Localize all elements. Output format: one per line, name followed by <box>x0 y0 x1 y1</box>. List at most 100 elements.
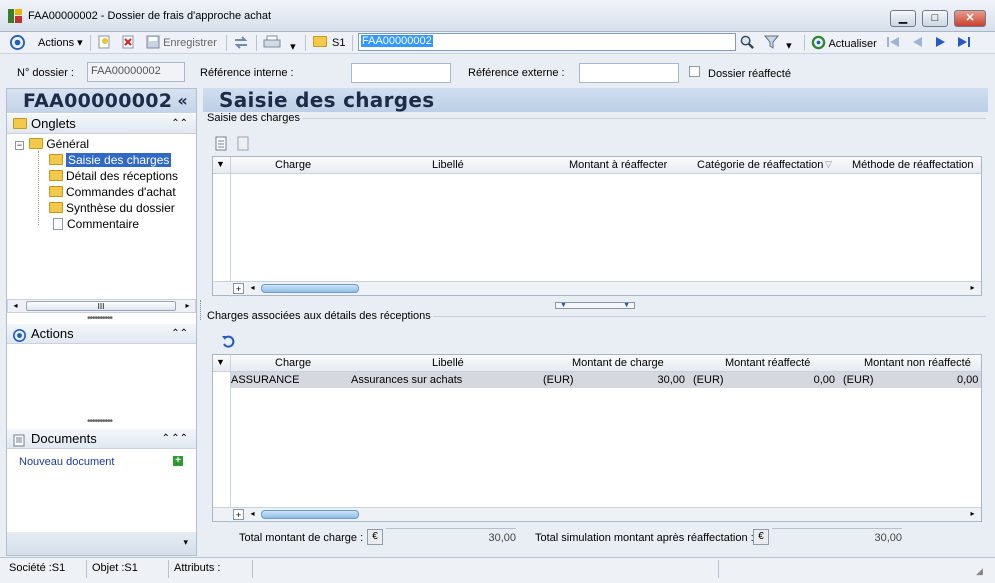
previous-record-icon[interactable] <box>910 35 924 51</box>
tree-item-saisie-des-charges[interactable]: Saisie des charges <box>49 153 172 168</box>
new-icon[interactable] <box>97 35 111 51</box>
collapse-section-icon[interactable]: ⌃⌃ <box>171 429 188 449</box>
company-selector[interactable]: S1 <box>313 35 345 51</box>
sync-icon[interactable] <box>233 35 249 51</box>
scroll-thumb[interactable]: III <box>26 301 176 311</box>
company-label: S1 <box>332 37 346 49</box>
folder-icon <box>313 36 327 47</box>
dossier-number-field[interactable]: FAA00000002 <box>87 62 185 82</box>
filter-menu-button[interactable]: ▾ <box>763 35 792 52</box>
next-record-icon[interactable] <box>934 35 948 51</box>
edit-line-icon[interactable] <box>236 136 250 154</box>
print-menu-button[interactable]: ▾ <box>263 35 296 53</box>
collapse-panel-icon[interactable]: « <box>177 89 188 113</box>
resize-grip-icon[interactable]: ◢ <box>976 566 983 577</box>
app-logo-icon <box>8 9 22 23</box>
scroll-right-icon[interactable]: ▸ <box>967 283 978 294</box>
documents-section-header[interactable]: Documents ⌃ ⌃⌃ <box>7 429 196 449</box>
scroll-right-icon[interactable]: ▸ <box>967 509 978 520</box>
onglets-section-header[interactable]: Onglets ⌃⌃ <box>7 114 196 134</box>
row-charge: ASSURANCE <box>231 374 300 386</box>
search-input[interactable]: FAA00000002 <box>358 33 736 51</box>
target-icon <box>13 328 26 342</box>
search-input-value: FAA00000002 <box>361 35 433 47</box>
scroll-right-icon[interactable]: ▸ <box>182 301 193 312</box>
tree-item-synthese-du-dossier[interactable]: Synthèse du dossier <box>49 201 175 216</box>
reassigned-checkbox[interactable] <box>689 66 700 77</box>
tree-item-detail-des-receptions[interactable]: Détail des réceptions <box>49 169 178 184</box>
row-currency: (EUR) <box>693 374 724 386</box>
splitter-grip[interactable]: •••••••••• <box>87 313 113 324</box>
delete-icon[interactable] <box>121 35 135 51</box>
column-header-libelle[interactable]: Libellé <box>432 159 464 171</box>
status-company: Société :S1 <box>9 562 66 574</box>
column-header-charge[interactable]: Charge <box>275 159 311 171</box>
actions-menu-label: Actions <box>38 37 75 49</box>
column-header-reassignment-method[interactable]: Méthode de réaffectation <box>852 159 974 171</box>
splitter-grip[interactable]: •••••••••• <box>87 416 113 427</box>
column-header-reassigned-amount[interactable]: Montant réaffecté <box>725 357 810 369</box>
column-header-libelle[interactable]: Libellé <box>432 357 464 369</box>
scroll-thumb[interactable] <box>261 284 359 293</box>
target-icon[interactable] <box>10 35 25 51</box>
column-header-charge-amount[interactable]: Montant de charge <box>572 357 664 369</box>
save-button[interactable]: Enregistrer <box>146 35 217 51</box>
actions-section-header[interactable]: Actions ⌃⌃ <box>7 324 196 344</box>
new-line-icon[interactable] <box>214 136 228 154</box>
column-header-amount-to-reassign[interactable]: Montant à réaffecter <box>569 159 667 171</box>
grid-splitter[interactable]: ▼ ▼ <box>555 302 635 309</box>
maximize-button[interactable]: □ <box>922 10 948 27</box>
scroll-left-icon[interactable]: ◂ <box>10 301 21 312</box>
table-row[interactable]: ASSURANCE Assurances sur achats (EUR) 30… <box>231 372 981 388</box>
actions-menu-button[interactable]: Actions ▾ <box>38 35 83 51</box>
tree-node-general[interactable]: − Général <box>15 137 89 152</box>
tree-item-commandes-achat[interactable]: Commandes d'achat <box>49 185 176 200</box>
total-simulation-field: 30,00 <box>772 528 902 546</box>
column-filter-icon[interactable]: ▽ <box>825 159 832 170</box>
refresh-button[interactable]: Actualiser <box>811 35 877 51</box>
add-row-icon[interactable]: + <box>233 283 244 294</box>
status-attributes: Attributs : <box>174 562 221 574</box>
tree-expander-icon[interactable]: − <box>15 141 24 150</box>
charges-grid-scrollbar[interactable]: + ◂ ▸ <box>213 281 981 295</box>
row-currency: (EUR) <box>843 374 874 386</box>
scroll-thumb[interactable] <box>261 510 359 519</box>
undo-icon[interactable] <box>221 335 235 352</box>
first-record-icon[interactable] <box>886 35 900 51</box>
page-title: Saisie des charges <box>203 88 988 112</box>
row-charge-amount: 30,00 <box>657 374 685 386</box>
total-charge-label: Total montant de charge : <box>239 532 364 544</box>
tree-item-commentaire[interactable]: Commentaire <box>53 217 139 232</box>
collapse-section-icon[interactable]: ⌃⌃ <box>171 114 188 134</box>
folder-icon <box>49 170 63 181</box>
close-button[interactable]: ✕ <box>954 10 986 27</box>
column-header-charge[interactable]: Charge <box>275 357 311 369</box>
column-header-unreassigned-amount[interactable]: Montant non réaffecté <box>864 357 971 369</box>
internal-reference-field[interactable] <box>351 63 451 83</box>
add-document-icon[interactable]: + <box>173 456 183 466</box>
search-icon[interactable] <box>740 35 755 51</box>
window-title: FAA00000002 - Dossier de frais d'approch… <box>28 10 272 22</box>
scroll-left-icon[interactable]: ◂ <box>247 283 258 294</box>
folder-icon <box>49 186 63 197</box>
reception-charges-grid-scrollbar[interactable]: + ◂ ▸ <box>213 507 981 521</box>
column-menu-icon[interactable]: ▼ <box>216 159 225 169</box>
chevron-down-icon[interactable]: ▾ <box>183 537 188 548</box>
charges-grid: ▼ Charge Libellé Montant à réaffecter Ca… <box>212 156 982 297</box>
external-reference-field[interactable] <box>579 63 679 83</box>
row-libelle: Assurances sur achats <box>351 374 463 386</box>
collapse-section-icon[interactable]: ⌃⌃ <box>171 324 188 344</box>
column-header-reassignment-category[interactable]: Catégorie de réaffectation <box>697 159 823 171</box>
total-charge-field: 30,00 <box>386 528 516 546</box>
column-menu-icon[interactable]: ▼ <box>216 357 225 367</box>
chevron-down-icon: ▾ <box>74 37 83 49</box>
tree-horizontal-scrollbar[interactable]: ◂ III ▸ <box>7 299 196 313</box>
expand-up-icon[interactable]: ⌃ <box>162 429 170 449</box>
last-record-icon[interactable] <box>957 35 972 51</box>
add-row-icon[interactable]: + <box>233 509 244 520</box>
internal-reference-label: Référence interne : <box>200 67 294 79</box>
new-document-link[interactable]: Nouveau document <box>19 456 114 468</box>
header-fields: N° dossier : FAA00000002 Référence inter… <box>0 55 995 86</box>
scroll-left-icon[interactable]: ◂ <box>247 509 258 520</box>
minimize-button[interactable]: ▁ <box>890 10 916 27</box>
